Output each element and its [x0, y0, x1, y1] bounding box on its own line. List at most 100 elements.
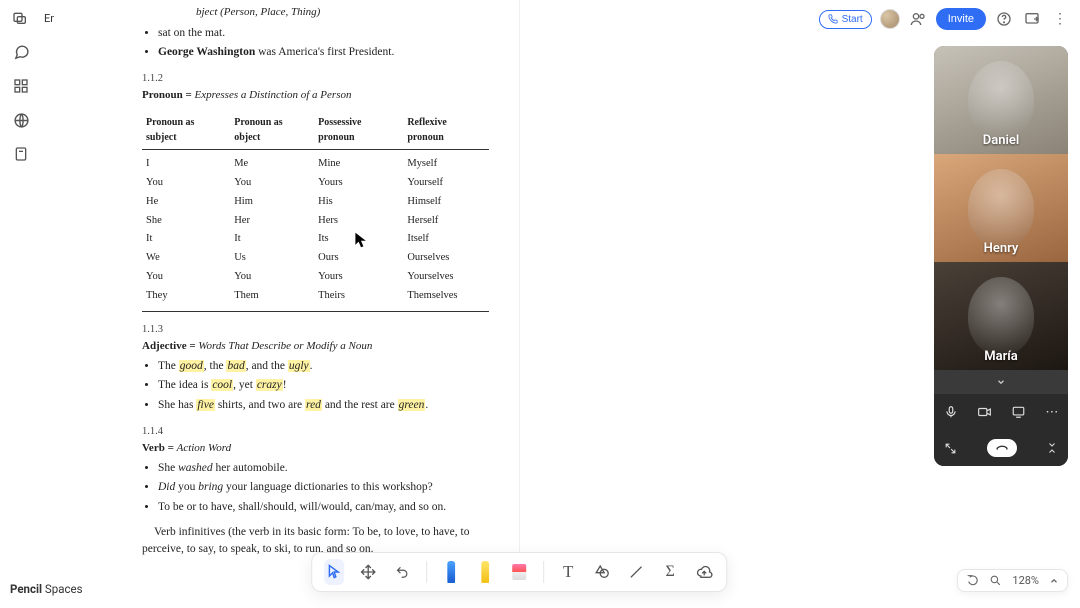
- pronoun-table-cell: Yours: [314, 267, 403, 286]
- user-avatar[interactable]: [880, 9, 900, 29]
- boards-list-icon[interactable]: [10, 8, 30, 28]
- shapes-tool[interactable]: [592, 559, 612, 585]
- pronoun-table-cell: Yourselves: [403, 267, 489, 286]
- call-more-icon[interactable]: ⋯: [1045, 405, 1058, 420]
- pronoun-table-cell: You: [142, 174, 230, 193]
- end-call-button[interactable]: [987, 439, 1017, 457]
- left-tool-rail: [4, 38, 38, 168]
- doc-bullet: sat on the mat.: [158, 25, 489, 42]
- section-1-1-2-number: 1.1.2: [142, 71, 489, 87]
- start-call-button[interactable]: Start: [819, 10, 872, 29]
- camera-toggle-icon[interactable]: [977, 405, 992, 419]
- pronoun-table-header: Pronoun as subject: [142, 111, 230, 150]
- pronoun-table-cell: You: [230, 267, 314, 286]
- pronoun-table-cell: His: [314, 192, 403, 211]
- participant-name: Daniel: [934, 133, 1068, 148]
- pronoun-table-cell: Yourself: [403, 174, 489, 193]
- pronoun-table-cell: You: [142, 267, 230, 286]
- pronoun-table-cell: I: [142, 150, 230, 174]
- pronoun-table-cell: Mine: [314, 150, 403, 174]
- section-1-1-4-number: 1.1.4: [142, 424, 489, 440]
- pronoun-table-cell: Its: [314, 230, 403, 249]
- pronoun-table-cell: She: [142, 211, 230, 230]
- highlighter-yellow-tool[interactable]: [475, 559, 495, 585]
- doc-bullet: She washed her automobile.: [158, 460, 489, 477]
- zoom-controls: 128%: [957, 569, 1068, 592]
- pronoun-table-cell: We: [142, 249, 230, 268]
- pronoun-table-cell: Ours: [314, 249, 403, 268]
- screenshare-icon[interactable]: [1011, 405, 1026, 419]
- pronoun-table-cell: Us: [230, 249, 314, 268]
- video-tile-henry[interactable]: Henry: [934, 154, 1068, 262]
- pronoun-table-cell: Hers: [314, 211, 403, 230]
- video-call-panel: Daniel Henry María ⋯: [934, 46, 1068, 466]
- pronoun-table-cell: It: [142, 230, 230, 249]
- pronoun-table-cell: Theirs: [314, 286, 403, 305]
- line-tool[interactable]: [626, 559, 646, 585]
- toolbar-divider: [543, 561, 544, 583]
- eraser-tool[interactable]: [509, 559, 529, 585]
- zoom-menu-chevron-icon[interactable]: [1049, 576, 1059, 586]
- pronoun-table-cell: Me: [230, 150, 314, 174]
- start-call-label: Start: [842, 14, 863, 25]
- zoom-reset-icon[interactable]: [966, 574, 979, 587]
- chat-icon[interactable]: [7, 38, 35, 66]
- more-menu-icon[interactable]: ⋮: [1050, 9, 1070, 29]
- export-icon[interactable]: [1022, 9, 1042, 29]
- help-icon[interactable]: [994, 9, 1014, 29]
- globe-icon[interactable]: [7, 106, 35, 134]
- doc-bullet: To be or to have, shall/should, will/wou…: [158, 499, 489, 516]
- pronoun-table-cell: Her: [230, 211, 314, 230]
- participants-icon[interactable]: [908, 9, 928, 29]
- pronoun-table-cell: They: [142, 286, 230, 305]
- pronoun-table-cell: It: [230, 230, 314, 249]
- participant-name: Henry: [934, 241, 1068, 256]
- zoom-fit-icon[interactable]: [989, 574, 1002, 587]
- invite-button[interactable]: Invite: [936, 8, 986, 30]
- document-viewport[interactable]: bject (Person, Place, Thing) sat on the …: [54, 0, 519, 560]
- pronoun-table-cell: He: [142, 192, 230, 211]
- brand-footer: Pencil Spaces: [10, 582, 83, 596]
- video-tile-maria[interactable]: María: [934, 262, 1068, 370]
- doc-bullet: She has five shirts, and two are red and…: [158, 397, 489, 414]
- expand-call-icon[interactable]: [944, 442, 957, 455]
- files-icon[interactable]: [7, 140, 35, 168]
- video-tile-daniel[interactable]: Daniel: [934, 46, 1068, 154]
- drawing-toolbar: T Σ: [311, 552, 727, 592]
- section-1-1-4-label: Verb = Action Word: [142, 440, 489, 457]
- pronoun-table-header: Reflexive pronoun: [403, 111, 489, 150]
- move-tool[interactable]: [358, 559, 378, 585]
- section-1-1-3-number: 1.1.3: [142, 322, 489, 338]
- pronoun-table-cell: Yours: [314, 174, 403, 193]
- document-content: bject (Person, Place, Thing) sat on the …: [54, 0, 519, 560]
- pronoun-table-cell: Myself: [403, 150, 489, 174]
- minimize-call-icon[interactable]: [1046, 442, 1058, 454]
- pronoun-table: Pronoun as subjectPronoun as objectPosse…: [142, 111, 489, 305]
- call-controls-row: ⋯: [934, 394, 1068, 430]
- participant-name: María: [934, 349, 1068, 364]
- apps-grid-icon[interactable]: [7, 72, 35, 100]
- pronoun-table-cell: Him: [230, 192, 314, 211]
- zoom-value[interactable]: 128%: [1012, 574, 1039, 587]
- text-tool[interactable]: T: [558, 559, 578, 585]
- pronoun-table-cell: Himself: [403, 192, 489, 211]
- doc-bullet: George Washington was America's first Pr…: [158, 44, 489, 61]
- section-1-1-3-label: Adjective = Words That Describe or Modif…: [142, 338, 489, 355]
- toolbar-divider: [426, 561, 427, 583]
- pronoun-table-header: Pronoun as object: [230, 111, 314, 150]
- mic-toggle-icon[interactable]: [944, 405, 958, 419]
- pronoun-table-cell: Them: [230, 286, 314, 305]
- pronoun-table-cell: Itself: [403, 230, 489, 249]
- pen-blue-tool[interactable]: [441, 559, 461, 585]
- equation-tool[interactable]: Σ: [660, 559, 680, 585]
- pointer-tool[interactable]: [324, 559, 344, 585]
- doc-bullet: The good, the bad, and the ugly.: [158, 358, 489, 375]
- undo-button[interactable]: [392, 559, 412, 585]
- pronoun-table-cell: You: [230, 174, 314, 193]
- pronoun-table-cell: Herself: [403, 211, 489, 230]
- pronoun-table-cell: Ourselves: [403, 249, 489, 268]
- doc-bullet: The idea is cool, yet crazy!: [158, 377, 489, 394]
- collapse-video-button[interactable]: [934, 370, 1068, 394]
- pronoun-table-header: Possessive pronoun: [314, 111, 403, 150]
- upload-tool[interactable]: [694, 559, 714, 585]
